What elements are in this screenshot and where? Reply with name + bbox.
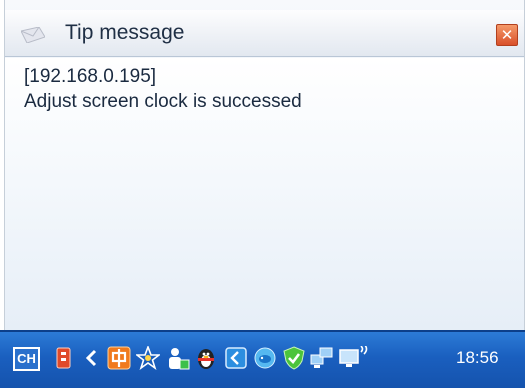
ime-zhong-icon[interactable] [107, 346, 131, 370]
envelope-icon [21, 27, 45, 43]
tip-popup: Tip message ✕ [192.168.0.195] Adjust scr… [4, 0, 525, 330]
language-indicator[interactable]: CH [13, 347, 40, 371]
fish-icon[interactable] [253, 346, 277, 370]
message-body: [192.168.0.195] Adjust screen clock is s… [5, 58, 524, 330]
user-security-icon[interactable] [166, 346, 190, 370]
star-icon[interactable] [136, 346, 160, 370]
back-arrow-icon[interactable] [224, 346, 248, 370]
popup-titlebar[interactable]: Tip message ✕ [5, 10, 524, 57]
system-tray: CH 18:56 [0, 330, 525, 388]
message-line-ip: [192.168.0.195] [24, 66, 157, 87]
qq-penguin-icon[interactable] [194, 346, 218, 370]
system-clock[interactable]: 18:56 [456, 348, 499, 368]
red-app-icon[interactable] [52, 346, 76, 370]
chevron-left-icon[interactable] [80, 346, 104, 370]
green-check-shield-icon[interactable] [282, 346, 306, 370]
popup-title: Tip message [65, 21, 185, 44]
wireless-monitor-icon[interactable] [339, 346, 373, 370]
close-icon: ✕ [500, 26, 514, 44]
close-button[interactable]: ✕ [496, 24, 518, 46]
network-computers-icon[interactable] [310, 346, 334, 370]
message-line-status: Adjust screen clock is successed [24, 91, 302, 112]
